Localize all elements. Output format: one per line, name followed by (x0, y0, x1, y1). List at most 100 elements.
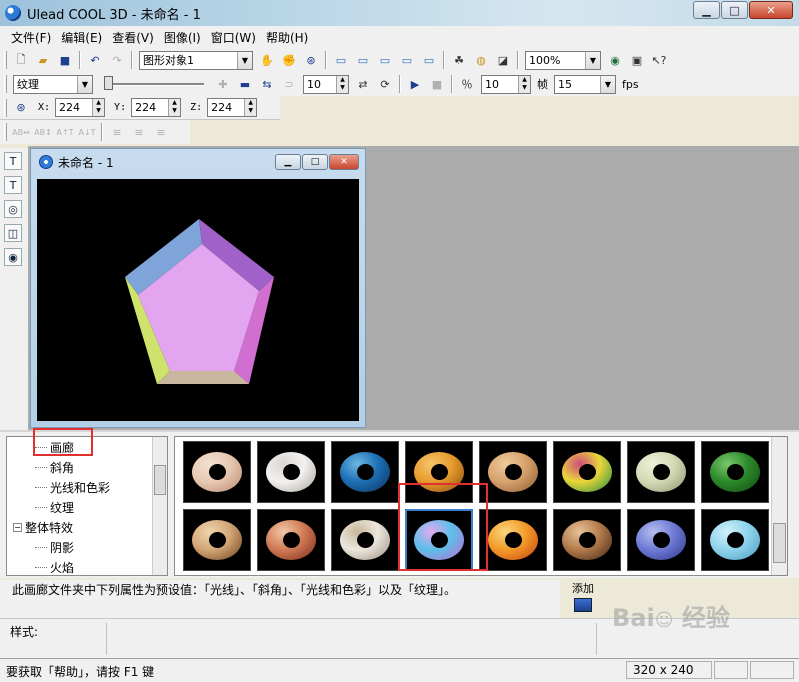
toolbar-grip[interactable] (4, 98, 7, 117)
preview-icon[interactable]: ◉ (606, 51, 624, 69)
gallery-thumbnail[interactable] (479, 441, 547, 503)
gallery-thumbnail[interactable] (257, 509, 325, 571)
text-up-icon[interactable]: A↑T (56, 123, 74, 141)
view-bottom-icon[interactable]: ▭ (420, 51, 438, 69)
globe-icon[interactable]: ◍ (472, 51, 490, 69)
chevron-down-icon[interactable]: ▼ (585, 51, 600, 69)
menu-view[interactable]: 查看(V) (107, 29, 159, 46)
spinner-arrows[interactable]: ▲ ▼ (336, 75, 348, 93)
object-select[interactable]: 图形对象1 ▼ (139, 50, 253, 70)
align-left-icon[interactable]: ≡ (108, 123, 126, 141)
gallery-thumbnail[interactable] (183, 509, 251, 571)
save-icon[interactable]: ■ (56, 51, 74, 69)
percent-icon[interactable]: ％ (458, 75, 476, 93)
close-button[interactable]: ✕ (749, 1, 793, 19)
slider-thumb[interactable] (104, 76, 113, 90)
gallery-thumbnail[interactable] (553, 509, 621, 571)
new-file-icon[interactable]: 🗋 (12, 51, 30, 69)
chart-icon[interactable]: ◪ (494, 51, 512, 69)
insert-graphic-icon[interactable]: ◎ (4, 200, 22, 218)
view-top-icon[interactable]: ▭ (398, 51, 416, 69)
gallery-thumbnail[interactable] (627, 441, 695, 503)
timeline-slider[interactable] (100, 74, 208, 94)
repeat-icon[interactable]: ⇄ (354, 75, 372, 93)
collapse-icon[interactable]: − (13, 522, 22, 532)
view-side-icon[interactable]: ▭ (376, 51, 394, 69)
export-icon[interactable]: ▣ (628, 51, 646, 69)
menu-image[interactable]: 图像(I) (159, 29, 206, 46)
align-center-icon[interactable]: ≡ (130, 123, 148, 141)
frame-count-spinner[interactable]: 10 ▲ ▼ (481, 74, 531, 94)
gallery-thumbnail[interactable] (331, 509, 399, 571)
toolbar-grip[interactable] (4, 51, 7, 69)
tree-item-texture[interactable]: 纹理 (7, 497, 167, 517)
chevron-down-icon[interactable]: ▼ (77, 75, 92, 93)
add-button[interactable]: 添加 (568, 580, 598, 616)
spinner-arrows[interactable]: ▲ ▼ (244, 99, 257, 116)
gallery-thumbnail[interactable] (701, 441, 769, 503)
add-keyframe-icon[interactable]: ✚ (214, 75, 232, 93)
spinner-arrows[interactable]: ▲ ▼ (92, 99, 105, 116)
gallery-thumbnail[interactable] (257, 441, 325, 503)
menu-file[interactable]: 文件(F) (6, 29, 56, 46)
edit-graphic-icon[interactable]: ◫ (4, 224, 22, 242)
size-icon[interactable]: ⊛ (302, 51, 320, 69)
geometry-icon[interactable]: ◉ (4, 248, 22, 266)
gallery-scrollbar[interactable] (771, 437, 787, 575)
insert-text-icon[interactable]: T (4, 152, 22, 170)
spinner-arrows[interactable]: ▲ ▼ (168, 99, 181, 116)
gallery-thumbnail[interactable] (479, 509, 547, 571)
x-spinner[interactable]: 224 ▲ ▼ (55, 98, 106, 117)
doc-maximize-button[interactable]: □ (302, 154, 328, 170)
menu-edit[interactable]: 编辑(E) (56, 29, 107, 46)
stop-icon[interactable]: ■ (428, 75, 446, 93)
remove-keyframe-icon[interactable]: ▬ (236, 75, 254, 93)
attribute-select[interactable]: 纹理 ▼ (13, 74, 93, 94)
chevron-down-icon[interactable]: ▼ (600, 75, 615, 93)
document-title-bar[interactable]: 未命名 - 1 ▁ □ ✕ (31, 149, 365, 175)
play-icon[interactable]: ▶ (406, 75, 424, 93)
keyframe-spinner[interactable]: 10 ▲ ▼ (303, 74, 349, 94)
loop-icon[interactable]: ⊃ (280, 75, 298, 93)
doc-minimize-button[interactable]: ▁ (275, 154, 301, 170)
minimize-button[interactable]: ▁ (693, 1, 720, 19)
light-icon[interactable]: ☘ (450, 51, 468, 69)
char-spacing-icon[interactable]: AB↔ (12, 123, 30, 141)
gallery-thumbnail[interactable] (627, 509, 695, 571)
help-pointer-icon[interactable]: ↖? (650, 51, 668, 69)
doc-close-button[interactable]: ✕ (329, 154, 359, 170)
tree-item-fire[interactable]: 火焰 (7, 557, 167, 575)
rotate-icon[interactable]: ⟳ (376, 75, 394, 93)
y-spinner[interactable]: 224 ▲ ▼ (131, 98, 182, 117)
menu-help[interactable]: 帮助(H) (261, 29, 313, 46)
align-right-icon[interactable]: ≡ (152, 123, 170, 141)
tree-item-shadow[interactable]: 阴影 (7, 537, 167, 557)
view-back-icon[interactable]: ▭ (354, 51, 372, 69)
reverse-icon[interactable]: ⇆ (258, 75, 276, 93)
text-down-icon[interactable]: A↓T (78, 123, 96, 141)
pentagon-object[interactable] (37, 179, 359, 421)
toolbar-grip[interactable] (4, 123, 7, 141)
gallery-thumbnail[interactable] (331, 441, 399, 503)
redo-icon[interactable]: ↷ (108, 51, 126, 69)
maximize-button[interactable]: □ (721, 1, 748, 19)
edit-text-icon[interactable]: T (4, 176, 22, 194)
gallery-thumbnail[interactable] (553, 441, 621, 503)
zoom-select[interactable]: 100% ▼ (525, 50, 601, 70)
undo-icon[interactable]: ↶ (86, 51, 104, 69)
z-spinner[interactable]: 224 ▲ ▼ (207, 98, 258, 117)
tree-item-light-color[interactable]: 光线和色彩 (7, 477, 167, 497)
view-front-icon[interactable]: ▭ (332, 51, 350, 69)
rotate-hand-icon[interactable]: ✊ (280, 51, 298, 69)
position-mode-icon[interactable]: ⊛ (12, 99, 30, 117)
line-spacing-icon[interactable]: AB↕ (34, 123, 52, 141)
tree-item-bevel[interactable]: 斜角 (7, 457, 167, 477)
toolbar-grip[interactable] (4, 75, 7, 93)
open-folder-icon[interactable]: ▰ (34, 51, 52, 69)
tree-item-global-effects[interactable]: − 整体特效 (7, 517, 167, 537)
chevron-down-icon[interactable]: ▼ (237, 51, 252, 69)
gallery-thumbnail[interactable] (701, 509, 769, 571)
menu-window[interactable]: 窗口(W) (206, 29, 261, 46)
fps-select[interactable]: 15 ▼ (554, 74, 616, 94)
gallery-thumbnail[interactable] (183, 441, 251, 503)
